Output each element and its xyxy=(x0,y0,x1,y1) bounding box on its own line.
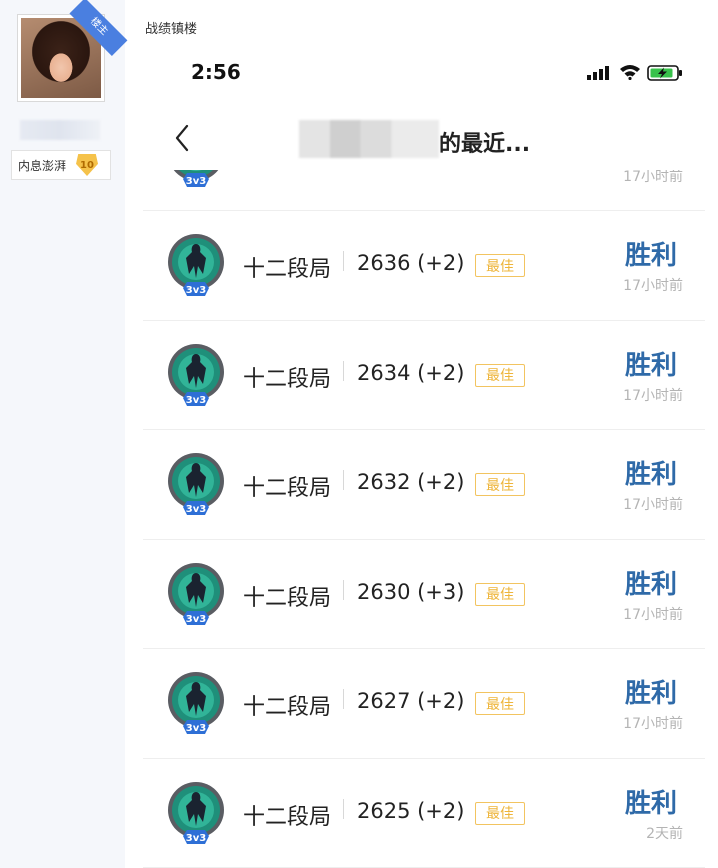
divider xyxy=(343,689,344,709)
mode-label: 3v3 xyxy=(186,723,206,734)
match-row[interactable]: 3v3 十二段局 2625 (+2) 最佳 胜利 2天前 xyxy=(143,759,705,868)
rating-score: 2636 (+2) xyxy=(357,251,465,275)
battery-charging-icon xyxy=(647,65,682,81)
nav-bar: 的最近... xyxy=(143,108,705,170)
mode-3v3-icon: 3v3 xyxy=(168,562,224,625)
mode-3v3-icon: 3v3 xyxy=(168,781,224,844)
mode-label: 3v3 xyxy=(186,504,206,515)
rating-score: 2632 (+2) xyxy=(357,470,465,494)
rank-name: 十二段局 xyxy=(243,257,332,282)
username-blurred[interactable] xyxy=(20,120,100,140)
match-result: 胜利 xyxy=(624,569,677,600)
match-result: 胜利 xyxy=(624,788,677,819)
match-row[interactable]: 3v3 十二段局 2627 (+2) 最佳 胜利 17小时前 xyxy=(143,649,705,759)
nav-title: 的最近... xyxy=(439,132,531,157)
mode-3v3-icon: 3v3 xyxy=(173,170,219,187)
rating-score: 2630 (+3) xyxy=(357,579,465,604)
match-time: 17小时前 xyxy=(623,278,683,294)
best-tag: 最佳 xyxy=(475,582,525,606)
post-title: 战绩镇楼 xyxy=(145,22,198,37)
match-row[interactable]: 3v3 十二段局 2630 (+3) 最佳 胜利 17小时前 xyxy=(143,540,705,649)
rank-name: 十二段局 xyxy=(243,366,332,392)
rank-name: 十二段局 xyxy=(243,804,332,830)
mode-label: 3v3 xyxy=(186,395,206,406)
divider xyxy=(343,360,344,381)
mode-3v3-icon: 3v3 xyxy=(168,234,224,296)
level-badge[interactable]: 内息澎湃 10 xyxy=(11,150,111,180)
match-time: 2天前 xyxy=(646,825,683,842)
match-row[interactable]: 3v3 17小时前 xyxy=(143,170,705,211)
best-tag: 最佳 xyxy=(475,363,525,387)
best-tag: 最佳 xyxy=(475,473,525,496)
match-result: 胜利 xyxy=(624,460,677,490)
match-list: 3v3 17小时前 3v3 十二段局 2636 (+2) 最佳 胜利 17小时前 xyxy=(143,170,705,868)
status-bar: 2:56 xyxy=(143,48,705,98)
mode-label: 3v3 xyxy=(186,614,206,625)
match-row[interactable]: 3v3 十二段局 2632 (+2) 最佳 胜利 17小时前 xyxy=(143,430,705,540)
mode-3v3-icon: 3v3 xyxy=(168,672,224,734)
match-row[interactable]: 3v3 十二段局 2634 (+2) 最佳 胜利 17小时前 xyxy=(143,321,705,430)
level-number-badge: 10 xyxy=(76,154,99,176)
mode-label: 3v3 xyxy=(186,176,206,187)
match-time: 17小时前 xyxy=(623,716,683,732)
signal-icon xyxy=(587,66,609,80)
best-tag: 最佳 xyxy=(475,801,525,825)
best-tag: 最佳 xyxy=(475,254,525,277)
divider xyxy=(343,470,344,490)
rating-score: 2627 (+2) xyxy=(357,689,465,713)
divider xyxy=(343,798,344,819)
match-row[interactable]: 3v3 十二段局 2636 (+2) 最佳 胜利 17小时前 xyxy=(143,211,705,321)
match-result: 胜利 xyxy=(624,241,677,271)
rank-name: 十二段局 xyxy=(243,695,332,720)
rating-score: 2634 (+2) xyxy=(357,360,465,385)
wifi-icon xyxy=(620,65,640,80)
level-name: 内息澎湃 xyxy=(18,158,67,173)
match-result: 胜利 xyxy=(624,350,677,381)
user-sidebar: 楼主 内息澎湃 10 xyxy=(0,0,128,868)
mode-label: 3v3 xyxy=(186,833,206,844)
player-name-blurred xyxy=(299,120,439,158)
match-time: 17小时前 xyxy=(623,497,683,513)
status-time: 2:56 xyxy=(191,60,241,84)
divider xyxy=(343,579,344,600)
match-result: 胜利 xyxy=(624,679,677,709)
best-tag: 最佳 xyxy=(475,692,525,715)
rank-name: 十二段局 xyxy=(243,585,332,611)
rank-name: 十二段局 xyxy=(243,476,332,501)
divider xyxy=(343,251,344,271)
mode-3v3-icon: 3v3 xyxy=(168,453,224,515)
back-chevron-icon[interactable] xyxy=(173,122,191,154)
match-time: 17小时前 xyxy=(623,170,683,185)
match-time: 17小时前 xyxy=(623,606,683,623)
mode-3v3-icon: 3v3 xyxy=(168,343,224,406)
phone-screenshot: 2:56 的最近... 3v3 17小时前 3v3 十二段局 2636 (+2)… xyxy=(143,48,705,868)
rating-score: 2625 (+2) xyxy=(357,798,465,823)
mode-label: 3v3 xyxy=(186,285,206,296)
match-time: 17小时前 xyxy=(623,387,683,404)
